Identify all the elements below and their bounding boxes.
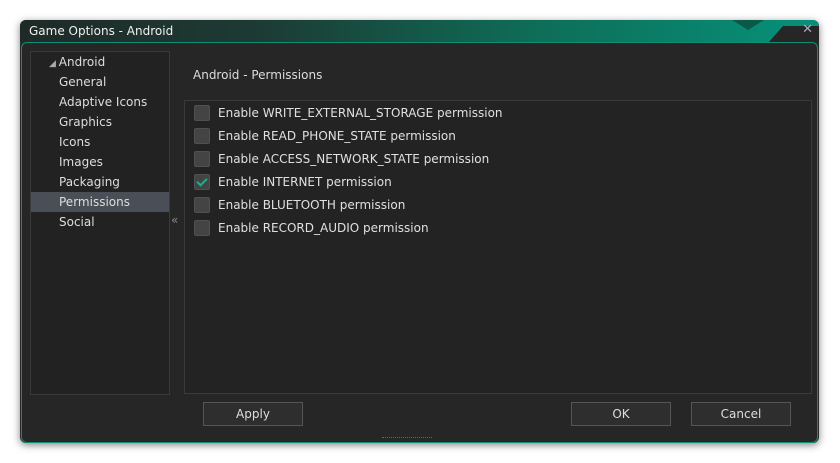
window-title: Game Options - Android <box>29 24 174 38</box>
tree-item-icons[interactable]: Icons <box>31 132 169 152</box>
tree-item-permissions[interactable]: Permissions <box>31 192 169 212</box>
permission-label: Enable READ_PHONE_STATE permission <box>218 128 456 143</box>
tree-item-packaging[interactable]: Packaging <box>31 172 169 192</box>
permission-row[interactable]: Enable ACCESS_NETWORK_STATE permission <box>185 147 811 170</box>
game-options-window: Game Options - Android ✕ ◢ Android Gener… <box>20 20 819 443</box>
permission-row[interactable]: Enable INTERNET permission <box>185 170 811 193</box>
permission-label: Enable ACCESS_NETWORK_STATE permission <box>218 151 490 166</box>
permission-checkbox[interactable] <box>194 219 210 236</box>
cancel-button[interactable]: Cancel <box>691 402 791 426</box>
permission-label: Enable BLUETOOTH permission <box>218 197 406 212</box>
expand-triangle-icon: ◢ <box>49 59 59 69</box>
tree-item-graphics[interactable]: Graphics <box>31 112 169 132</box>
tree-root-label: Android <box>58 55 106 69</box>
permission-checkbox[interactable] <box>194 104 210 121</box>
title-notch <box>732 20 764 30</box>
permission-checkbox[interactable] <box>194 196 210 213</box>
permission-checkbox[interactable] <box>194 150 210 167</box>
permission-label: Enable INTERNET permission <box>218 174 392 189</box>
resize-grip[interactable] <box>382 437 432 441</box>
permission-label: Enable RECORD_AUDIO permission <box>218 220 429 235</box>
collapse-panel-icon[interactable]: « <box>171 213 178 227</box>
tree-root-android[interactable]: ◢ Android <box>31 52 169 72</box>
tree-item-images[interactable]: Images <box>31 152 169 172</box>
close-icon[interactable]: ✕ <box>802 22 813 37</box>
title-bar[interactable]: Game Options - Android ✕ <box>20 20 819 42</box>
options-tree: ◢ Android General Adaptive Icons Graphic… <box>30 51 170 395</box>
ok-button[interactable]: OK <box>571 402 671 426</box>
permission-row[interactable]: Enable RECORD_AUDIO permission <box>185 216 811 239</box>
permission-checkbox[interactable] <box>194 173 210 190</box>
apply-button[interactable]: Apply <box>203 402 303 426</box>
dialog-body: ◢ Android General Adaptive Icons Graphic… <box>21 42 818 443</box>
permission-row[interactable]: Enable WRITE_EXTERNAL_STORAGE permission <box>185 101 811 124</box>
permission-checkbox[interactable] <box>194 127 210 144</box>
permission-row[interactable]: Enable BLUETOOTH permission <box>185 193 811 216</box>
permission-label: Enable WRITE_EXTERNAL_STORAGE permission <box>218 105 503 120</box>
tree-item-social[interactable]: Social <box>31 212 169 232</box>
tree-item-general[interactable]: General <box>31 72 169 92</box>
section-heading: Android - Permissions <box>193 68 323 82</box>
tree-item-adaptive-icons[interactable]: Adaptive Icons <box>31 92 169 112</box>
permission-row[interactable]: Enable READ_PHONE_STATE permission <box>185 124 811 147</box>
permissions-panel: Enable WRITE_EXTERNAL_STORAGE permission… <box>184 100 812 394</box>
